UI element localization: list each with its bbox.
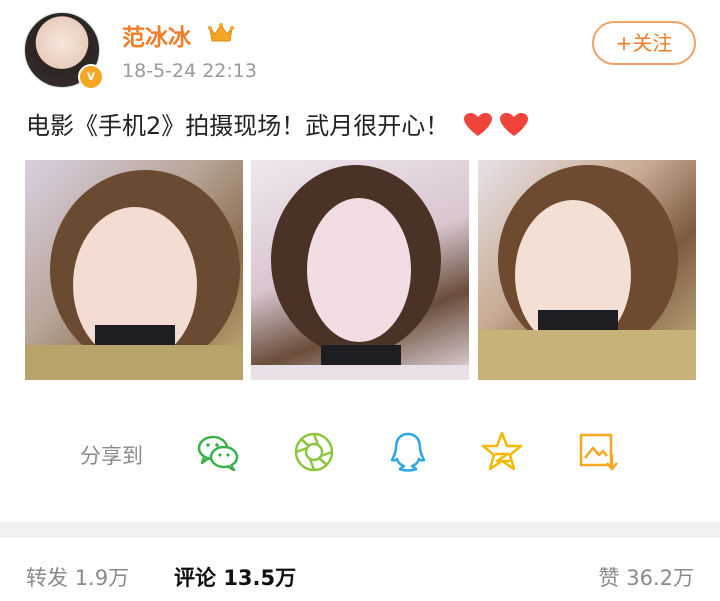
post-photo-1[interactable] xyxy=(25,160,243,380)
save-image-icon[interactable] xyxy=(576,430,620,474)
post-text-content: 电影《手机2》拍摄现场！武月很开心！ xyxy=(26,112,450,140)
repost-count: 1.9万 xyxy=(74,566,130,590)
post-photo-2[interactable] xyxy=(251,160,469,380)
wechat-icon[interactable] xyxy=(196,430,240,474)
comment-label: 评论 xyxy=(174,566,216,590)
repost-label: 转发 xyxy=(26,566,68,590)
moments-icon[interactable] xyxy=(292,430,336,474)
comment-count: 13.5万 xyxy=(223,566,297,590)
post-timestamp: 18-5-24 22:13 xyxy=(122,60,257,82)
verified-badge-icon: v xyxy=(78,64,104,90)
qq-icon[interactable] xyxy=(386,430,430,474)
avatar[interactable]: v xyxy=(24,12,104,90)
section-divider xyxy=(0,522,720,538)
like-stat[interactable]: 赞 36.2万 xyxy=(599,562,694,592)
qzone-star-icon[interactable] xyxy=(480,430,524,474)
username[interactable]: 范冰冰 xyxy=(122,18,191,52)
post-photo-3[interactable] xyxy=(478,160,696,380)
heart-emoji-icons xyxy=(463,112,529,144)
share-label: 分享到 xyxy=(80,444,143,468)
follow-button[interactable]: +关注 xyxy=(592,21,696,65)
comment-stat[interactable]: 评论 13.5万 xyxy=(174,562,296,592)
post-text: 电影《手机2》拍摄现场！武月很开心！ xyxy=(26,106,529,144)
like-label: 赞 xyxy=(598,566,620,590)
like-count: 36.2万 xyxy=(626,566,694,590)
crown-icon xyxy=(208,23,234,42)
repost-stat[interactable]: 转发 1.9万 xyxy=(26,562,129,592)
